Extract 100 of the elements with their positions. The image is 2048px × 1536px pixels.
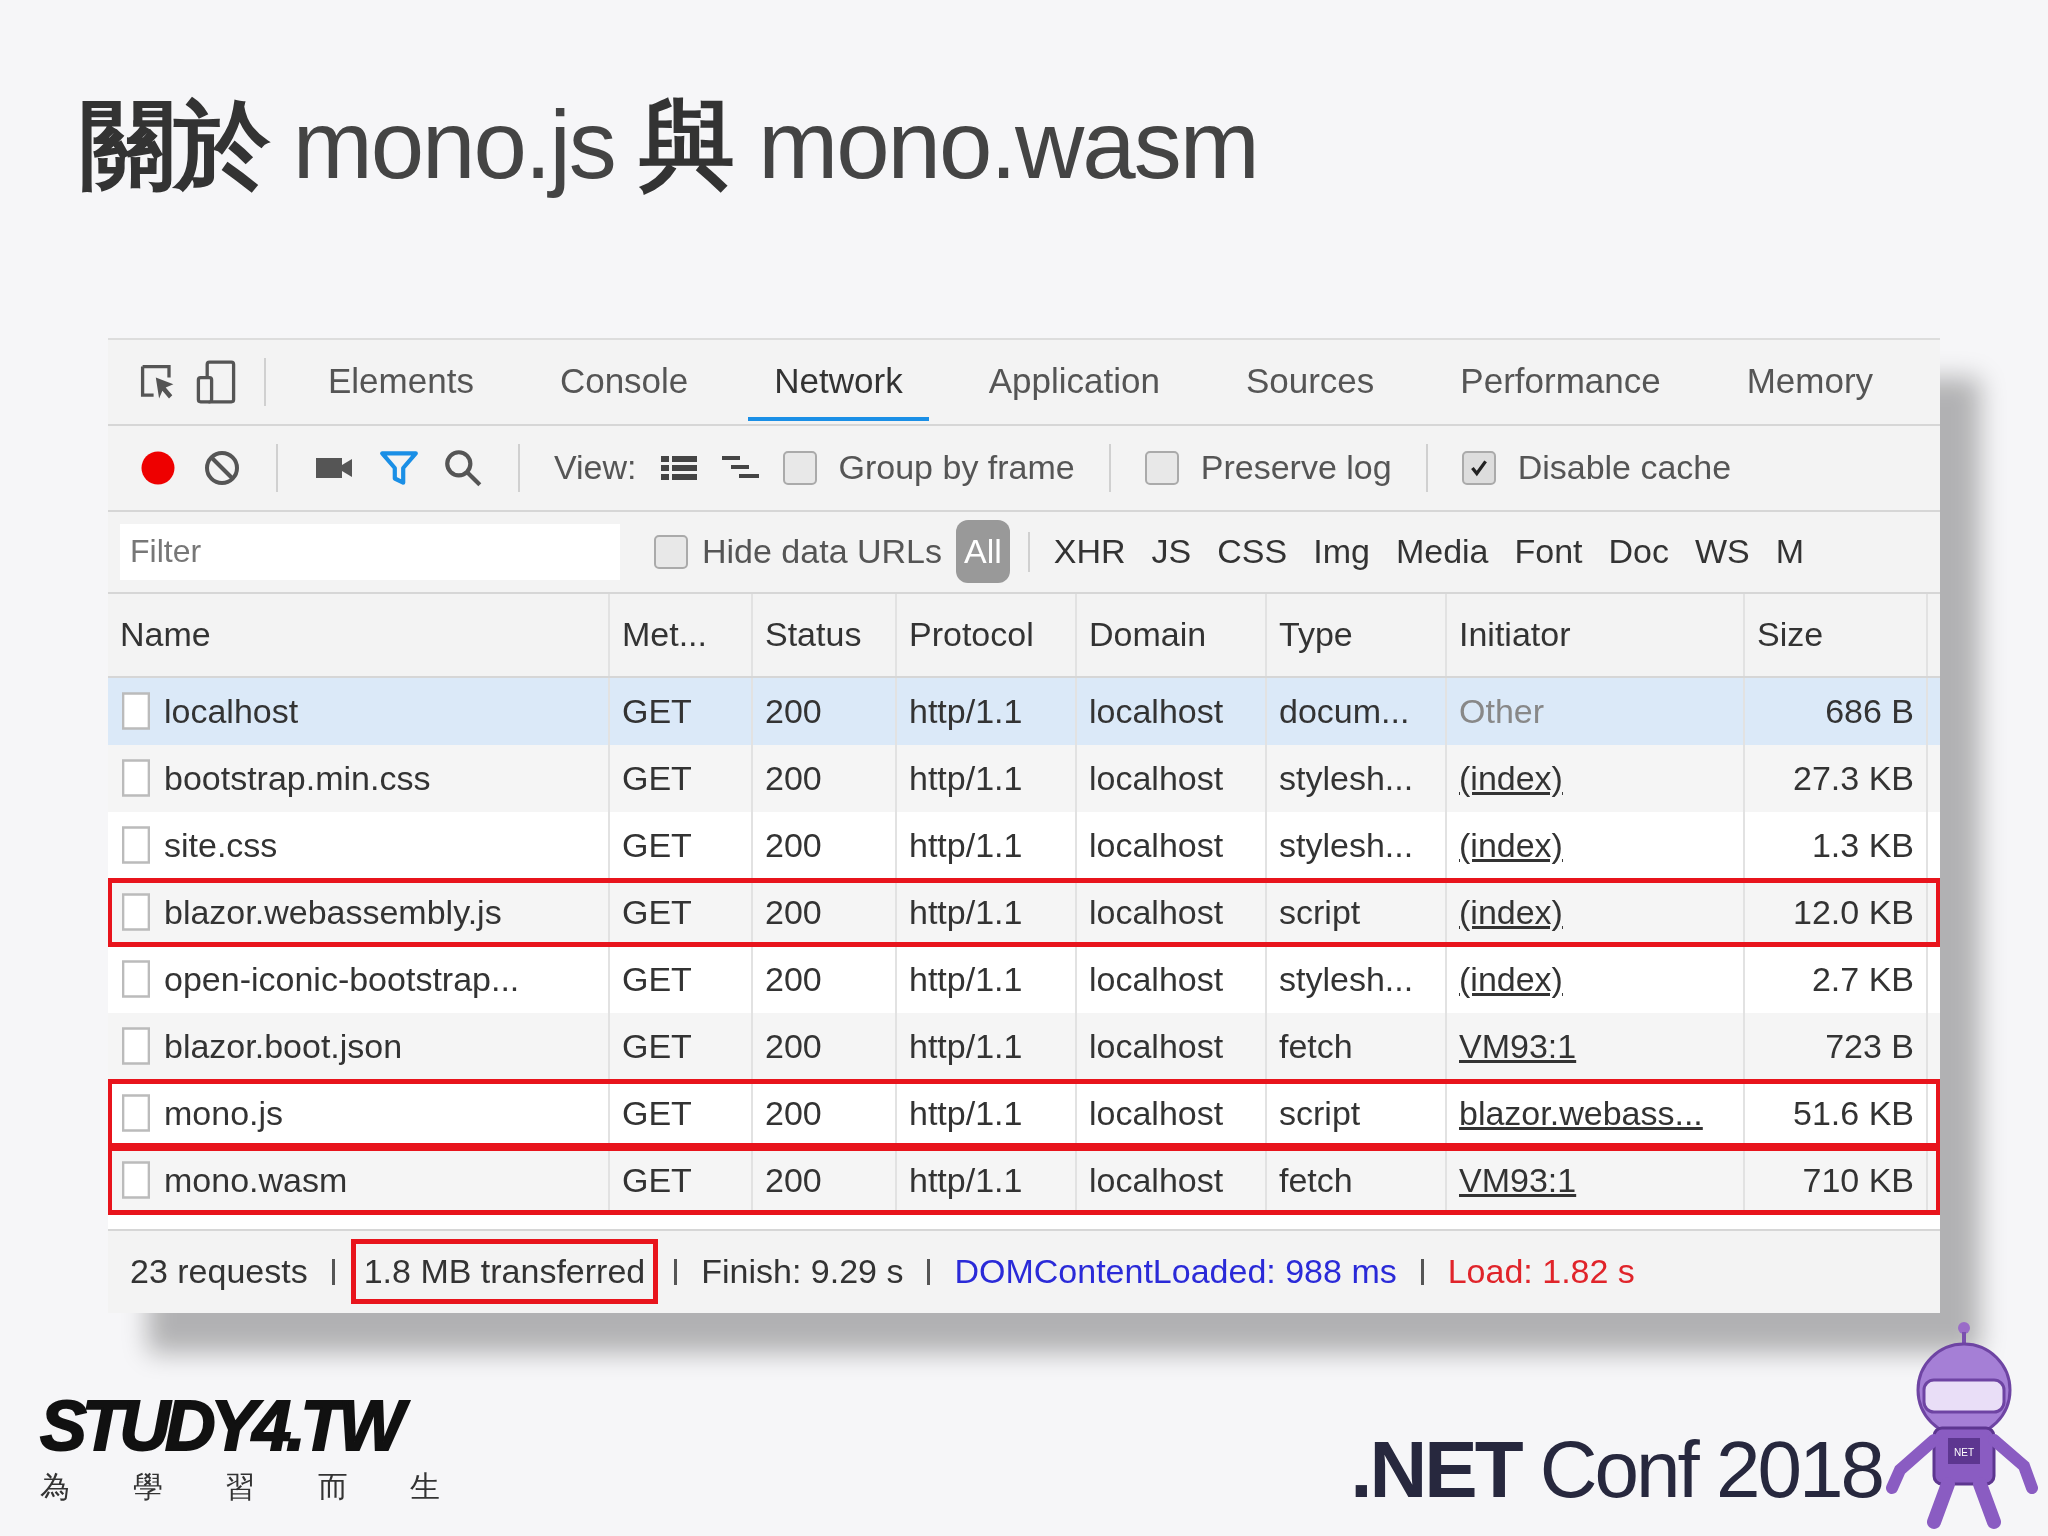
- table-cell: fetch: [1267, 1012, 1447, 1080]
- file-icon: [122, 1027, 150, 1066]
- checkbox[interactable]: [1461, 450, 1496, 485]
- table-row[interactable]: mono.js GET 200 http/1.1 localhost script blazor.webass... 51.6 KB: [108, 1079, 1940, 1147]
- table-cell: open-iconic-bootstrap...: [164, 959, 520, 999]
- table-row[interactable]: bootstrap.min.css GET 200 http/1.1 localhost stylesh... (index) 27.3 KB: [108, 744, 1940, 812]
- device-icon[interactable]: [194, 359, 238, 404]
- table-cell: site.css: [164, 825, 278, 865]
- checkbox[interactable]: [782, 450, 817, 485]
- initiator-link[interactable]: VM93:1: [1459, 1026, 1577, 1066]
- robot-mascot-drawing: NET: [1882, 1320, 2042, 1530]
- slide-title: 關於 mono.js 與 mono.wasm: [80, 92, 1259, 198]
- column-header[interactable]: Name: [108, 593, 610, 676]
- table-cell: localhost: [1077, 878, 1267, 946]
- status-text: 1.8 MB transferred: [350, 1239, 659, 1305]
- table-cell: localhost: [1077, 1146, 1267, 1214]
- checkbox-label: Group by frame: [838, 448, 1075, 488]
- table-cell: blazor.webassembly.js: [164, 892, 502, 932]
- table-cell: GET: [610, 1146, 753, 1214]
- type-filter[interactable]: M: [1769, 528, 1811, 576]
- checkbox-label: Preserve log: [1200, 448, 1392, 488]
- tagline-character: 為: [40, 1469, 70, 1505]
- tagline-character: 生: [410, 1469, 440, 1505]
- type-filter[interactable]: WS: [1689, 528, 1756, 576]
- table-cell: 710 KB: [1745, 1146, 1928, 1214]
- file-icon: [122, 1094, 150, 1133]
- table-cell: localhost: [1077, 744, 1267, 812]
- table-cell: 27.3 KB: [1745, 744, 1928, 812]
- type-filter[interactable]: JS: [1145, 528, 1198, 576]
- checkbox[interactable]: [654, 534, 688, 569]
- initiator-link[interactable]: (index): [1459, 959, 1563, 999]
- table-cell: GET: [610, 878, 753, 946]
- file-icon: [122, 759, 150, 798]
- status-text: Finish: 9.29 s: [700, 1251, 905, 1293]
- file-icon: [122, 692, 150, 731]
- table-cell: localhost: [1077, 1012, 1267, 1080]
- status-text: 23 requests: [129, 1251, 309, 1293]
- table-cell: stylesh...: [1267, 744, 1447, 812]
- checkbox[interactable]: [1144, 450, 1179, 485]
- table-cell: 723 B: [1745, 1012, 1928, 1080]
- tagline-character: 而: [317, 1469, 348, 1505]
- type-filter[interactable]: Img: [1307, 528, 1376, 576]
- table-row[interactable]: blazor.webassembly.js GET 200 http/1.1 localhost script (index) 12.0 KB: [108, 878, 1940, 946]
- table-cell: 200: [753, 1012, 897, 1080]
- filter-field[interactable]: Filter: [120, 523, 620, 580]
- column-header[interactable]: Domain: [1077, 593, 1267, 676]
- type-filter[interactable]: CSS: [1211, 528, 1294, 576]
- panel-tab[interactable]: Memory: [1720, 342, 1900, 421]
- column-header[interactable]: Protocol: [897, 593, 1077, 676]
- column-header[interactable]: Status: [753, 593, 897, 676]
- table-cell: mono.wasm: [164, 1160, 348, 1200]
- table-row[interactable]: localhost GET 200 http/1.1 localhost docum... Other 686 B: [108, 677, 1940, 745]
- panel-tab[interactable]: Network: [748, 342, 929, 421]
- table-cell: GET: [610, 1012, 753, 1080]
- file-icon: [122, 826, 150, 865]
- table-row[interactable]: blazor.boot.json GET 200 http/1.1 localhost fetch VM93:1 723 B: [108, 1012, 1940, 1080]
- type-filter[interactable]: XHR: [1047, 528, 1132, 576]
- column-header[interactable]: Type: [1267, 593, 1447, 676]
- type-filter[interactable]: Font: [1508, 528, 1589, 576]
- file-icon: [122, 893, 150, 932]
- checkbox-label: Disable cache: [1517, 448, 1732, 488]
- table-cell: mono.js: [164, 1093, 284, 1133]
- initiator-link[interactable]: (index): [1459, 892, 1563, 932]
- table-cell: GET: [610, 744, 753, 812]
- column-header[interactable]: Met...: [610, 593, 753, 676]
- tagline-character: 學: [132, 1469, 163, 1505]
- table-cell: http/1.1: [897, 744, 1077, 812]
- view-label: View:: [554, 448, 637, 488]
- table-cell: 12.0 KB: [1745, 878, 1928, 946]
- table-cell: http/1.1: [897, 1012, 1077, 1080]
- table-cell: 200: [753, 878, 897, 946]
- status-text: Load: 1.82 s: [1446, 1251, 1636, 1293]
- initiator-link[interactable]: (index): [1459, 825, 1563, 865]
- panel-tab[interactable]: Performance: [1434, 342, 1687, 421]
- table-cell: fetch: [1267, 1146, 1447, 1214]
- table-cell: http/1.1: [897, 1146, 1077, 1214]
- column-header[interactable]: Initiator: [1447, 593, 1745, 676]
- file-icon: [122, 960, 150, 999]
- initiator-link[interactable]: (index): [1459, 758, 1563, 798]
- table-cell: localhost: [164, 691, 299, 731]
- panel-tab[interactable]: Console: [533, 342, 715, 421]
- type-filter[interactable]: Doc: [1602, 528, 1676, 576]
- table-cell: http/1.1: [897, 878, 1077, 946]
- type-filter[interactable]: Media: [1389, 528, 1495, 576]
- panel-tab[interactable]: Elements: [302, 342, 500, 421]
- table-cell: bootstrap.min.css: [164, 758, 431, 798]
- table-cell: script: [1267, 878, 1447, 946]
- initiator-link[interactable]: blazor.webass...: [1459, 1093, 1703, 1133]
- table-row[interactable]: mono.wasm GET 200 http/1.1 localhost fetch VM93:1 710 KB: [108, 1146, 1940, 1214]
- column-header[interactable]: Size: [1745, 593, 1928, 676]
- tagline-character: 習: [225, 1469, 255, 1505]
- table-cell: 200: [753, 744, 897, 812]
- file-icon: [122, 1161, 150, 1200]
- table-cell: Other: [1459, 691, 1545, 731]
- study4-logo: STUDY4.TW: [40, 1391, 440, 1461]
- conference-title: .NET Conf 2018: [1350, 1424, 1882, 1516]
- panel-tab[interactable]: Application: [962, 342, 1186, 421]
- panel-tab[interactable]: Sources: [1219, 342, 1401, 421]
- initiator-link[interactable]: VM93:1: [1459, 1160, 1577, 1200]
- status-text: DOMContentLoaded: 988 ms: [953, 1251, 1398, 1293]
